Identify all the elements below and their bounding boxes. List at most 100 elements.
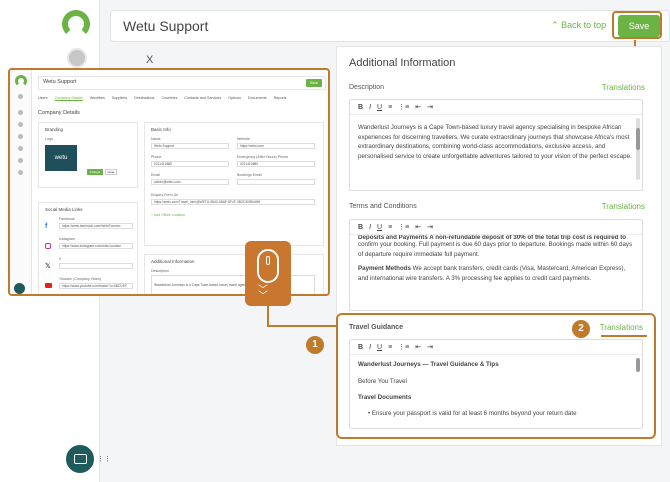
mini-title: Wetu Support xyxy=(43,79,77,85)
terms-label: Terms and Conditions xyxy=(349,203,417,210)
outdent-icon[interactable]: ⇤ xyxy=(415,103,421,111)
connector-line-horizontal xyxy=(267,325,337,327)
mini-logo-image: wetu xyxy=(45,145,77,171)
mini-x-field xyxy=(59,263,133,269)
indent-icon[interactable]: ⇥ xyxy=(427,103,433,111)
step-badge-1: 1 xyxy=(306,336,324,354)
mini-heading: Company Details xyxy=(38,110,80,116)
facebook-icon: f xyxy=(45,223,48,230)
step-badge-2: 2 xyxy=(572,320,590,338)
mini-branding-title: Branding xyxy=(45,127,64,132)
save-highlight xyxy=(612,11,662,39)
instagram-icon xyxy=(45,243,51,249)
drag-handle-icon[interactable]: ⋮⋮ xyxy=(97,455,111,463)
editor-toolbar: B I U ≡ ⋮≡ ⇤ ⇥ xyxy=(350,100,642,115)
terms-paragraph-1: confirm your booking. Full payment is du… xyxy=(358,241,633,258)
mini-tab: Suppliers xyxy=(111,96,128,100)
chevron-up-icon: ⌃ xyxy=(551,20,559,30)
mini-add-office-link: + Add Office Location xyxy=(151,213,186,217)
underline-button[interactable]: U xyxy=(377,224,382,231)
mini-nav-icon xyxy=(18,146,23,151)
mini-tab: Wentities xyxy=(89,96,105,100)
description-text: Wanderlust Journeys is a Cape Town-based… xyxy=(358,124,632,160)
bold-button[interactable]: B xyxy=(358,104,363,111)
mini-avatar xyxy=(18,94,23,99)
mini-website-label: Website xyxy=(237,137,250,141)
mini-basic-info-card: Basic Info Name Wetu Support Website htt… xyxy=(144,122,324,246)
section-title: Additional Information xyxy=(349,57,456,69)
wetu-logo-icon xyxy=(62,10,90,38)
underline-button[interactable]: U xyxy=(377,104,382,111)
mini-tab: Countries xyxy=(161,96,178,100)
mini-name-field: Wetu Support xyxy=(151,143,229,149)
mini-settings-icon xyxy=(18,170,23,175)
italic-button[interactable]: I xyxy=(369,104,371,111)
outdent-icon[interactable]: ⇤ xyxy=(415,223,421,231)
chat-icon xyxy=(74,454,87,464)
mini-basic-info-title: Basic Info xyxy=(151,127,171,132)
chevron-down-icon: ﹀ xyxy=(258,291,268,302)
description-translations-link[interactable]: Translations xyxy=(602,83,645,92)
mini-additional-title: Additional Information xyxy=(151,259,195,264)
mouse-icon xyxy=(257,249,279,283)
mini-tab: Contacts and Services xyxy=(184,96,222,100)
mini-x-label: X xyxy=(59,257,62,261)
x-icon: 𝕏 xyxy=(45,263,51,270)
mini-facebook-label: Facebook xyxy=(59,217,75,221)
mini-facebook-field: https://www.facebook.com/WetuTourism xyxy=(59,223,133,229)
mini-nav-icon xyxy=(18,134,23,139)
mini-social-title: Social Media Links xyxy=(45,207,83,212)
bold-button[interactable]: B xyxy=(358,224,363,231)
indent-icon[interactable]: ⇥ xyxy=(427,223,433,231)
page-title: Wetu Support xyxy=(123,18,209,34)
x-social-label: X xyxy=(146,54,154,66)
mini-tabs: Users Company Details Wentities Supplier… xyxy=(38,96,287,101)
back-to-top-label: Back to top xyxy=(561,20,607,30)
mini-tab-active: Company Details xyxy=(54,96,83,101)
mini-tab: Documents xyxy=(247,96,267,100)
terms-text: Deposits and Payments A non-refundable d… xyxy=(350,235,642,311)
mini-logo-label: Logo xyxy=(45,137,53,141)
mini-additional-card: Additional Information Description Wande… xyxy=(144,254,324,294)
scrollbar-thumb[interactable] xyxy=(636,128,640,150)
chat-button[interactable] xyxy=(64,443,96,475)
youtube-icon xyxy=(45,283,52,288)
italic-button[interactable]: I xyxy=(369,224,371,231)
mini-name-label: Name xyxy=(151,137,161,141)
mini-tab: Options xyxy=(228,96,241,100)
bullet-list-icon[interactable]: ⋮≡ xyxy=(398,103,409,111)
mini-home-icon xyxy=(18,110,23,115)
mouse-wheel-icon xyxy=(266,256,270,265)
mini-clear-button: Clear xyxy=(105,169,117,175)
mini-social-card: Social Media Links Facebook f https://ww… xyxy=(38,202,138,294)
mini-youtube-label: Youtube (Company Video) xyxy=(59,277,101,281)
bullet-list-icon[interactable]: ⋮≡ xyxy=(398,223,409,231)
numbered-list-icon[interactable]: ≡ xyxy=(388,224,392,231)
mini-rail xyxy=(10,70,32,294)
travel-guidance-highlight xyxy=(336,313,656,439)
mini-branding-card: Branding Logo wetu Change Clear xyxy=(38,122,138,188)
mini-email-label: Email xyxy=(151,173,160,177)
mini-logo-icon xyxy=(15,75,27,87)
terms-translations-link[interactable]: Translations xyxy=(602,202,645,211)
mini-enquiry-field: https://wetu.com/Travel_Info/@WETU-9842-… xyxy=(151,199,315,205)
numbered-list-icon[interactable]: ≡ xyxy=(388,104,392,111)
mini-chat-icon xyxy=(14,283,25,294)
terms-editor[interactable]: B I U ≡ ⋮≡ ⇤ ⇥ Deposits and Payments A n… xyxy=(349,219,643,311)
page-root: X Wetu Support ⌃ Back to top Save 3 Addi… xyxy=(0,0,670,482)
terms-paragraph-2: Payment Methods We accept bank transfers… xyxy=(358,264,634,283)
mini-change-button: Change xyxy=(87,169,103,175)
description-editor[interactable]: B I U ≡ ⋮≡ ⇤ ⇥ Wanderlust Journeys is a … xyxy=(349,99,643,191)
mini-header: Wetu Support Save xyxy=(38,76,326,90)
avatar[interactable] xyxy=(67,48,87,68)
mini-tab: Destinations xyxy=(134,96,155,100)
mini-bookings-label: Bookings Email xyxy=(237,173,262,177)
mini-instagram-field: https://www.instagram.com/wetu.tourism xyxy=(59,243,133,249)
page-header: Wetu Support ⌃ Back to top Save xyxy=(110,10,670,42)
mini-instagram-label: Instagram xyxy=(59,237,75,241)
editor-toolbar: B I U ≡ ⋮≡ ⇤ ⇥ xyxy=(350,220,642,235)
back-to-top-link[interactable]: ⌃ Back to top xyxy=(551,20,606,31)
mini-description-label: Description xyxy=(151,269,169,273)
mini-emergency-label: Emergency (After Hours) Phone xyxy=(237,155,289,159)
mini-nav-icon xyxy=(18,122,23,127)
